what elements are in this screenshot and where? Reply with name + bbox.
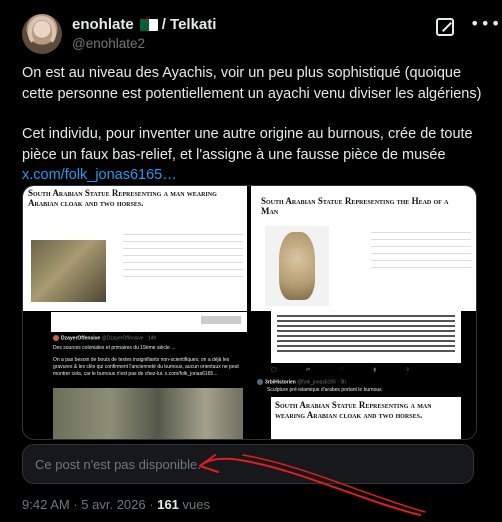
quoted-handle-2: @folk_jonas6165 · 3h	[297, 379, 346, 386]
doc-title-3: South Arabian Statue Representing a man …	[275, 400, 432, 420]
quoted-handle: @DzayerOffensive · 14h	[101, 335, 157, 342]
tweet-time[interactable]: 9:42 AM	[22, 497, 70, 512]
grok-icon[interactable]	[436, 18, 454, 36]
quoted-photos	[53, 388, 243, 439]
tweet-paragraph-1: On est au niveau des Ayachis, voir un pe…	[22, 65, 482, 102]
media-grid[interactable]: South Arabian Statue Representing a man …	[22, 185, 477, 440]
author-name[interactable]: enohlate	[72, 16, 134, 33]
algeria-flag-icon	[139, 16, 158, 31]
quoted-line-2: On a pas besoin de bouts de textes insig…	[53, 357, 239, 377]
views-count: 161	[157, 497, 179, 512]
doc-title: South Arabian Statue Representing a man …	[28, 188, 217, 208]
media-left-image[interactable]: South Arabian Statue Representing a man …	[23, 186, 247, 439]
museum-page-screenshot-2: South Arabian Statue Representing the He…	[251, 186, 476, 311]
more-options-icon[interactable]: •••	[470, 14, 501, 33]
museum-page-screenshot: South Arabian Statue Representing a man …	[23, 186, 247, 311]
metadata-table	[123, 228, 243, 277]
author-badge-suffix: / Telkati	[161, 16, 217, 33]
quoted-line-2-1: Sculpture pré-islamique d'arabes portant…	[267, 387, 382, 393]
statue-head-photo	[279, 232, 315, 300]
author-name-line[interactable]: enohlate / Telkati	[72, 16, 217, 34]
quoted-user: DzayerOffensive	[61, 335, 101, 342]
tweet-paragraph-2: Cet individu, pour inventer une autre or…	[22, 126, 473, 183]
tweet-date[interactable]: 5 avr. 2026	[81, 497, 145, 512]
author-handle[interactable]: @enohlate2	[72, 36, 145, 51]
avatar[interactable]	[22, 14, 62, 54]
scanned-text-page	[271, 311, 461, 363]
tweet-header: enohlate / Telkati @enohlate2 •••	[22, 14, 500, 54]
quoted-post-2: ◯ ⇄ ♡ ▮ ⇪ 3rbiHistorien @folk_jonas6165 …	[251, 363, 476, 439]
tweet-link[interactable]: x.com/folk_jonas6165…	[22, 167, 177, 183]
metadata-table-2	[371, 226, 471, 268]
bas-relief-photo	[31, 240, 106, 302]
quoted-line-1: Des sources coloniales et primaires du 1…	[53, 345, 176, 351]
quoted-user-2: 3rbiHistorien	[265, 379, 296, 386]
unavailable-post-notice[interactable]: Ce post n'est pas disponible.	[22, 444, 474, 484]
quoted-post: DzayerOffensive @DzayerOffensive · 14h D…	[51, 332, 247, 439]
tweet-meta-footer: 9:42 AM · 5 avr. 2026 · 161 vues	[22, 497, 211, 512]
media-right-image[interactable]: South Arabian Statue Representing the He…	[251, 186, 476, 439]
views-label: vues	[182, 497, 211, 512]
doc-title-2: South Arabian Statue Representing the He…	[261, 196, 449, 216]
